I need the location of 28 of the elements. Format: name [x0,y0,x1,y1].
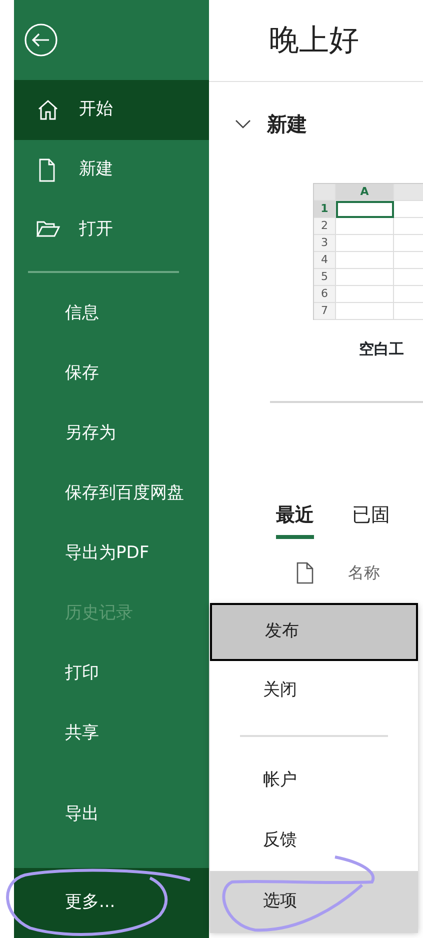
chevron-icon[interactable] [235,119,251,129]
sidebar-item[interactable]: 保存 [14,344,209,404]
back-button[interactable] [24,23,58,57]
sidebar-item[interactable]: 保存到百度网盘 [14,464,209,524]
blank-workbook-thumbnail[interactable]: A 1 2 3 4 5 6 7 [313,183,423,320]
file-icon [296,562,314,584]
sidebar-item[interactable]: 导出为PDF [14,524,209,584]
home-icon [36,98,60,122]
sidebar-item[interactable]: 更多... [14,868,209,938]
template-name: 空白工 [358,339,405,360]
tab[interactable]: 已固 [352,500,390,539]
sidebar-item[interactable]: 打开 [14,200,209,260]
menu-item[interactable]: 发布 [210,603,418,661]
section-title: 新建 [267,111,307,138]
menu-item[interactable]: 选项 [210,871,418,933]
tab[interactable]: 最近 [276,500,314,539]
menu-item[interactable]: 关闭 [210,661,418,721]
greeting-title: 晚上好 [269,22,359,60]
menu-item[interactable]: 反馈 [210,811,418,871]
sidebar-item[interactable]: 另存为 [14,404,209,464]
sidebar-item[interactable]: 开始 [14,80,209,140]
sidebar-item[interactable]: 共享 [14,704,209,764]
sidebar-item[interactable]: 新建 [14,140,209,200]
sidebar-item[interactable]: 打印 [14,644,209,704]
sidebar-item[interactable]: 信息 [14,284,209,344]
column-header[interactable]: 名称 [348,561,380,585]
sidebar-item[interactable]: 导出 [14,785,209,845]
menu-item[interactable]: 帐户 [210,751,418,811]
